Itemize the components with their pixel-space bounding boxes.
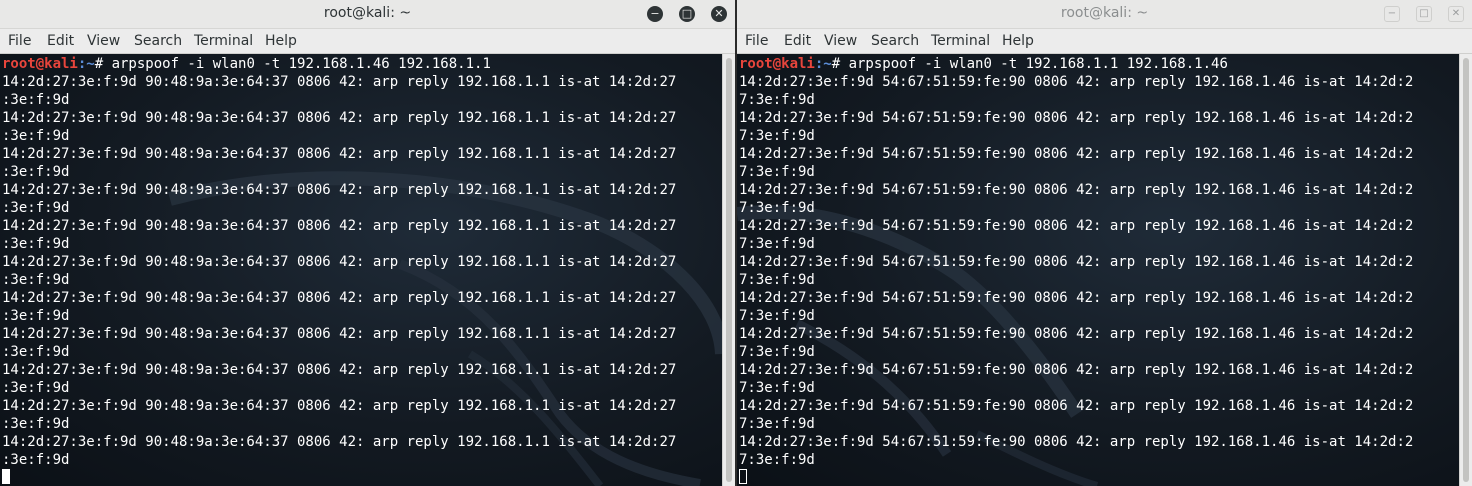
output-line: 14:2d:27:3e:f:9d 90:48:9a:3e:64:37 0806 … (2, 74, 677, 90)
terminal-window-right[interactable]: root@kali: ~ − □ ✕ File Edit View Search… (737, 0, 1472, 486)
menu-search[interactable]: Search (871, 33, 919, 49)
scrollbar[interactable] (1459, 54, 1472, 486)
output-line: 14:2d:27:3e:f:9d 54:67:51:59:fe:90 0806 … (739, 290, 1414, 306)
title-bar[interactable]: root@kali: ~ − □ ✕ (0, 0, 735, 29)
output-line: 7:3e:f:9d (739, 344, 815, 360)
output-line: 7:3e:f:9d (739, 416, 815, 432)
output-line: 14:2d:27:3e:f:9d 90:48:9a:3e:64:37 0806 … (2, 362, 677, 378)
prompt-line: root@kali:~# arpspoof -i wlan0 -t 192.16… (739, 56, 1228, 72)
cursor-line (739, 469, 747, 486)
output-line: :3e:f:9d (2, 380, 70, 396)
terminal-window-left[interactable]: root@kali: ~ − □ ✕ File Edit View Search… (0, 0, 735, 486)
output-line: :3e:f:9d (2, 164, 70, 180)
output-line: 14:2d:27:3e:f:9d 90:48:9a:3e:64:37 0806 … (2, 218, 677, 234)
output-line: 14:2d:27:3e:f:9d 54:67:51:59:fe:90 0806 … (739, 74, 1414, 90)
menu-edit[interactable]: Edit (784, 33, 811, 49)
terminal-output[interactable]: root@kali:~# arpspoof -i wlan0 -t 192.16… (737, 54, 1459, 486)
scrollbar[interactable] (722, 54, 735, 486)
title-bar[interactable]: root@kali: ~ − □ ✕ (737, 0, 1472, 29)
output-line: 14:2d:27:3e:f:9d 90:48:9a:3e:64:37 0806 … (2, 182, 677, 198)
output-line: 14:2d:27:3e:f:9d 54:67:51:59:fe:90 0806 … (739, 434, 1414, 450)
output-line: :3e:f:9d (2, 344, 70, 360)
menu-view[interactable]: View (87, 33, 120, 49)
menu-bar: File Edit View Search Terminal Help (737, 29, 1472, 54)
output-line: 7:3e:f:9d (739, 164, 815, 180)
output-line: 14:2d:27:3e:f:9d 54:67:51:59:fe:90 0806 … (739, 182, 1414, 198)
output-line: 7:3e:f:9d (739, 200, 815, 216)
output-line: 14:2d:27:3e:f:9d 90:48:9a:3e:64:37 0806 … (2, 254, 677, 270)
scrollbar-thumb[interactable] (1463, 58, 1469, 482)
output-line: 14:2d:27:3e:f:9d 54:67:51:59:fe:90 0806 … (739, 146, 1414, 162)
prompt-line: root@kali:~# arpspoof -i wlan0 -t 192.16… (2, 56, 491, 72)
window-title: root@kali: ~ (323, 5, 412, 21)
maximize-icon[interactable]: □ (679, 6, 695, 22)
menu-search[interactable]: Search (134, 33, 182, 49)
output-line: 7:3e:f:9d (739, 380, 815, 396)
output-line: :3e:f:9d (2, 92, 70, 108)
output-line: 14:2d:27:3e:f:9d 54:67:51:59:fe:90 0806 … (739, 218, 1414, 234)
window-title: root@kali: ~ (1060, 5, 1149, 21)
menu-edit[interactable]: Edit (47, 33, 74, 49)
close-icon[interactable]: ✕ (711, 6, 727, 22)
output-line: 14:2d:27:3e:f:9d 90:48:9a:3e:64:37 0806 … (2, 110, 677, 126)
output-line: 14:2d:27:3e:f:9d 90:48:9a:3e:64:37 0806 … (2, 398, 677, 414)
close-icon[interactable]: ✕ (1448, 6, 1464, 22)
output-line: 7:3e:f:9d (739, 92, 815, 108)
cursor-line (2, 469, 10, 486)
output-line: 14:2d:27:3e:f:9d 90:48:9a:3e:64:37 0806 … (2, 290, 677, 306)
output-line: 14:2d:27:3e:f:9d 54:67:51:59:fe:90 0806 … (739, 254, 1414, 270)
output-line: 7:3e:f:9d (739, 236, 815, 252)
output-line: 7:3e:f:9d (739, 272, 815, 288)
menu-help[interactable]: Help (265, 33, 297, 49)
output-line: :3e:f:9d (2, 308, 70, 324)
output-line: 7:3e:f:9d (739, 452, 815, 468)
output-line: 7:3e:f:9d (739, 308, 815, 324)
output-line: :3e:f:9d (2, 452, 70, 468)
output-line: 14:2d:27:3e:f:9d 54:67:51:59:fe:90 0806 … (739, 398, 1414, 414)
minimize-icon[interactable]: − (647, 6, 663, 22)
output-line: 14:2d:27:3e:f:9d 90:48:9a:3e:64:37 0806 … (2, 146, 677, 162)
output-line: :3e:f:9d (2, 128, 70, 144)
menu-file[interactable]: File (745, 33, 768, 49)
text-cursor (2, 469, 10, 484)
output-line: 14:2d:27:3e:f:9d 90:48:9a:3e:64:37 0806 … (2, 326, 677, 342)
output-line: 14:2d:27:3e:f:9d 90:48:9a:3e:64:37 0806 … (2, 434, 677, 450)
output-line: 14:2d:27:3e:f:9d 54:67:51:59:fe:90 0806 … (739, 326, 1414, 342)
maximize-icon[interactable]: □ (1416, 6, 1432, 22)
scrollbar-thumb[interactable] (726, 58, 732, 482)
output-line: :3e:f:9d (2, 200, 70, 216)
menu-help[interactable]: Help (1002, 33, 1034, 49)
menu-terminal[interactable]: Terminal (194, 33, 253, 49)
menu-bar: File Edit View Search Terminal Help (0, 29, 735, 54)
output-line: 14:2d:27:3e:f:9d 54:67:51:59:fe:90 0806 … (739, 362, 1414, 378)
text-cursor (739, 469, 747, 484)
menu-terminal[interactable]: Terminal (931, 33, 990, 49)
output-line: :3e:f:9d (2, 416, 70, 432)
output-line: 7:3e:f:9d (739, 128, 815, 144)
output-line: :3e:f:9d (2, 272, 70, 288)
menu-view[interactable]: View (824, 33, 857, 49)
terminal-output[interactable]: root@kali:~# arpspoof -i wlan0 -t 192.16… (0, 54, 722, 486)
minimize-icon[interactable]: − (1384, 6, 1400, 22)
output-line: :3e:f:9d (2, 236, 70, 252)
output-line: 14:2d:27:3e:f:9d 54:67:51:59:fe:90 0806 … (739, 110, 1414, 126)
menu-file[interactable]: File (8, 33, 31, 49)
